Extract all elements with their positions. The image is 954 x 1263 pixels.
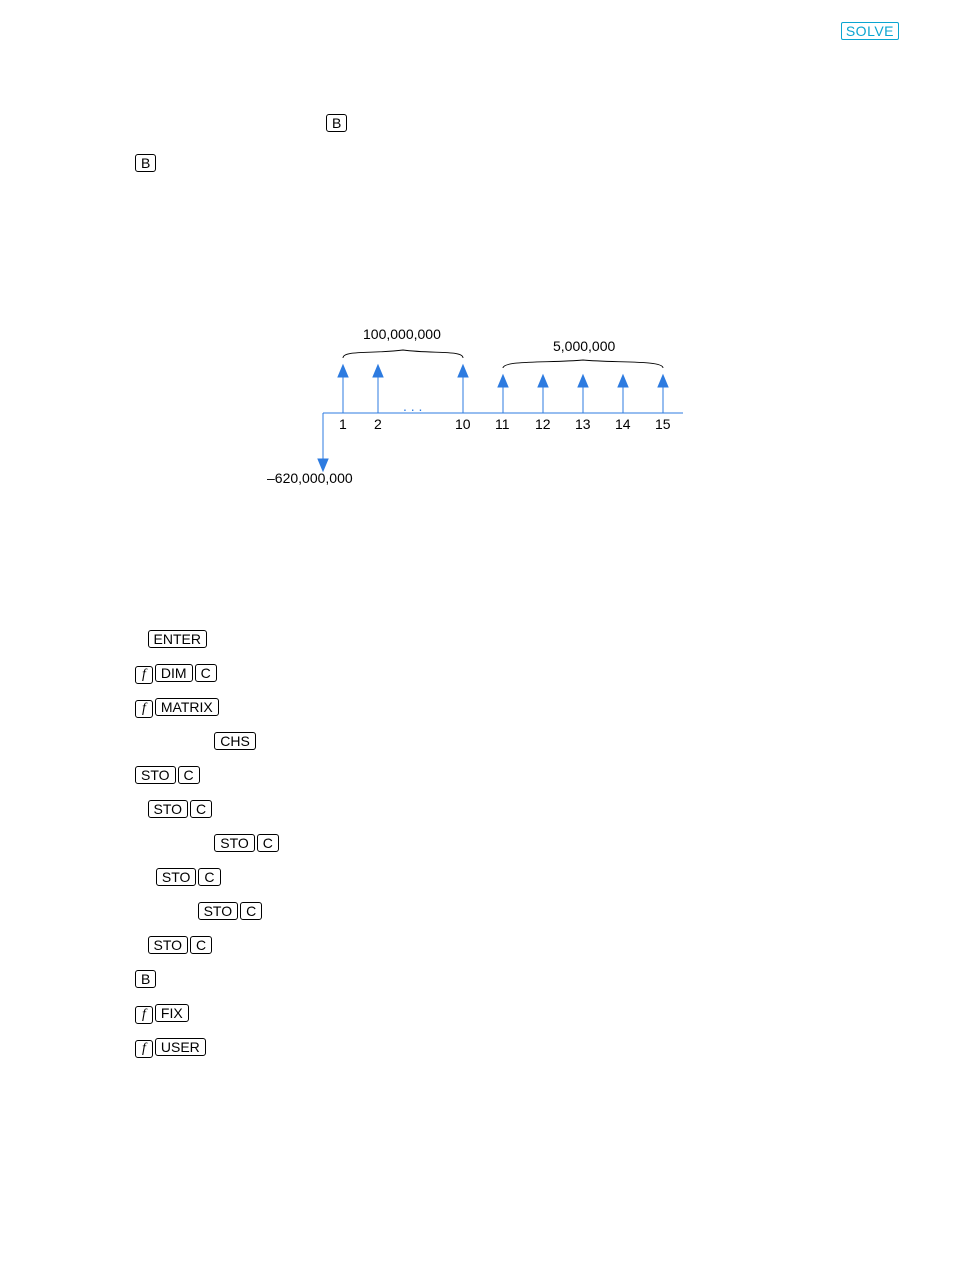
display-value: 10.06 (385, 971, 433, 988)
svg-text:2: 2 (374, 416, 382, 432)
table-row: 100000000 STOC100,000,000.0 (135, 834, 899, 856)
key-sto: STO (135, 766, 176, 784)
key-f: f (135, 1040, 153, 1058)
svg-text:12: 12 (535, 416, 551, 432)
display-value: -620,000,000 (385, 733, 499, 750)
solve-key-icon: SOLVE (841, 22, 899, 40)
svg-text:15: 15 (655, 416, 671, 432)
body-text: IRR." You have already entered the cash … (55, 89, 899, 136)
svg-text:100,000,000: 100,000,000 (363, 326, 441, 342)
key-sto: STO (198, 902, 239, 920)
key-B: B (135, 154, 156, 172)
svg-text:. . .: . . . (403, 398, 422, 414)
table-row: B 10.06 IRR. (135, 970, 899, 992)
svg-text:14: 14 (615, 416, 631, 432)
key-chs: CHS (214, 732, 256, 750)
body-text: The internal rate of return is 8.04%. (55, 182, 899, 205)
display-value: 2.00 (385, 699, 423, 716)
explanation: Deactivates User mode. (580, 1038, 899, 1060)
key-c: C (195, 664, 217, 682)
explanation: IRR. (580, 154, 610, 171)
display-value: 1.00 (385, 801, 423, 818)
key-c: C (257, 834, 279, 852)
table-row: fDIMC 2.00 (135, 664, 899, 686)
display-value: 5.00 (385, 937, 423, 954)
body-text: NPV and IRR are only two of many functio… (55, 1135, 899, 1205)
key-fix: FIX (155, 1004, 189, 1022)
svg-text:11: 11 (495, 416, 510, 432)
table-row: 3 ENTER 22 (135, 630, 899, 652)
svg-text:1: 1 (339, 416, 347, 432)
key-user: USER (155, 1038, 206, 1056)
display-value: 10.00 (385, 869, 433, 886)
key-b: B (135, 970, 156, 988)
key-B: B (326, 114, 347, 132)
svg-text:13: 13 (575, 416, 591, 432)
body-text: The IRR is 10.0649%. (55, 1094, 899, 1117)
svg-text:–620,000,000: –620,000,000 (267, 470, 353, 486)
page-header: 84 Section 7: Using SOLVE (55, 22, 899, 44)
svg-text:10: 10 (455, 416, 471, 432)
display-value: 100,000,000.0 (385, 835, 509, 852)
display-value: 2 (385, 631, 395, 648)
table-row: fFIX 410.0649 (135, 1004, 899, 1026)
display-value: 10.0649 (385, 1005, 452, 1022)
key-matrix: MATRIX (155, 698, 219, 716)
display-value: 8.04 (385, 155, 423, 172)
table-row: 1 STOC1.00 (135, 800, 899, 822)
key-f: f (135, 1006, 153, 1024)
table-row: fUSER 10.0649 Deactivates User mode. (135, 1038, 899, 1060)
table-row: 5000000 STOC5,000,000.00 (135, 902, 899, 924)
table-row: 5 STOC5.00 (135, 936, 899, 958)
key-f: f (135, 666, 153, 684)
display-value: 10.0649 (385, 1039, 452, 1056)
key-c: C (178, 766, 200, 784)
key-sto: STO (156, 868, 197, 886)
cashflow-diagram: –620,000,000 . . . 100,000,000 (263, 303, 899, 493)
key-dim: DIM (155, 664, 193, 682)
display-value: 2.00 (385, 665, 423, 682)
table-row: STOC -620,000,000.0 (135, 766, 899, 788)
display-value: -620,000,000.0 (385, 767, 518, 784)
display-value: 5,000,000.00 (385, 903, 499, 920)
key-enter: ENTER (148, 630, 207, 648)
key-c: C (198, 868, 220, 886)
body-text: What is the IRR? Enter the data and comp… (55, 531, 899, 578)
key-sto: STO (214, 834, 255, 852)
key-f: f (135, 700, 153, 718)
key-c: C (240, 902, 262, 920)
svg-text:5,000,000: 5,000,000 (553, 338, 615, 354)
example-row: B 8.04 IRR. (135, 154, 899, 176)
explanation: IRR. (580, 970, 899, 992)
key-sto: STO (148, 936, 189, 954)
table-row: 620000000 CHS-620,000,000 (135, 732, 899, 754)
key-c: C (190, 800, 212, 818)
key-c: C (190, 936, 212, 954)
table-row: fMATRIX 12.00 (135, 698, 899, 720)
table-row: 10 STOC10.00 (135, 868, 899, 890)
example-prompt: Example: An investment of $620,000,000 i… (55, 223, 899, 270)
section-title: Section 7: Using SOLVE (727, 22, 899, 40)
key-sto: STO (148, 800, 189, 818)
page-number: 84 (695, 22, 712, 39)
table-header: Keystrokes Display (135, 596, 899, 618)
